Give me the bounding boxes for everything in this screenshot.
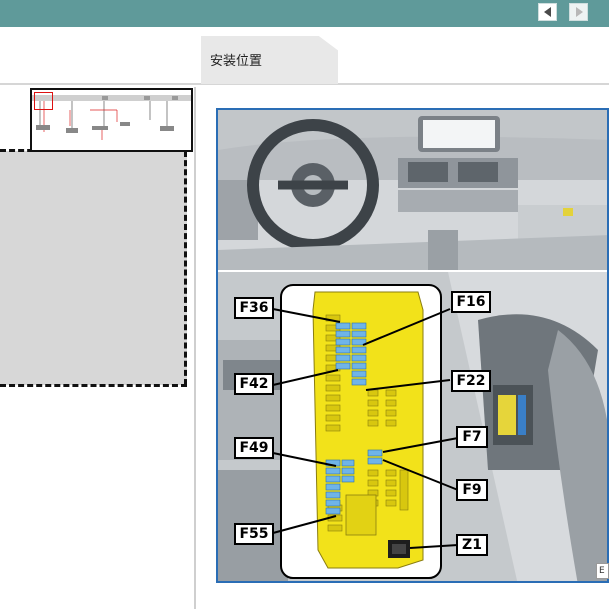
callout-f7: F7 <box>456 426 488 448</box>
callout-f55: F55 <box>234 523 274 545</box>
callout-f22: F22 <box>451 370 491 392</box>
callout-f49: F49 <box>234 437 274 459</box>
wiring-diagram-thumbnail-image <box>32 95 191 140</box>
viewport-border-right <box>184 151 187 385</box>
callout-f16: F16 <box>451 291 491 313</box>
callout-f9: F9 <box>456 479 488 501</box>
callout-f36: F36 <box>234 297 274 319</box>
callout-z1: Z1 <box>456 534 488 556</box>
diagram-thumbnail[interactable] <box>30 88 193 152</box>
callout-f42: F42 <box>234 373 274 395</box>
top-toolbar <box>0 0 609 27</box>
tab-installation-location[interactable]: 安装位置 <box>201 36 338 84</box>
viewport-border-bottom <box>0 384 187 387</box>
next-button[interactable] <box>569 3 588 21</box>
fuse-box-location-illustration <box>218 110 607 581</box>
previous-button[interactable] <box>538 3 557 21</box>
installation-figure <box>216 108 609 583</box>
tab-label: 安装位置 <box>210 54 263 69</box>
figure-code: E <box>596 563 609 579</box>
thumbnail-selection-marker <box>34 92 53 110</box>
overview-viewport[interactable] <box>0 151 187 385</box>
chevron-left-icon <box>543 7 551 17</box>
chevron-right-icon <box>575 7 583 17</box>
